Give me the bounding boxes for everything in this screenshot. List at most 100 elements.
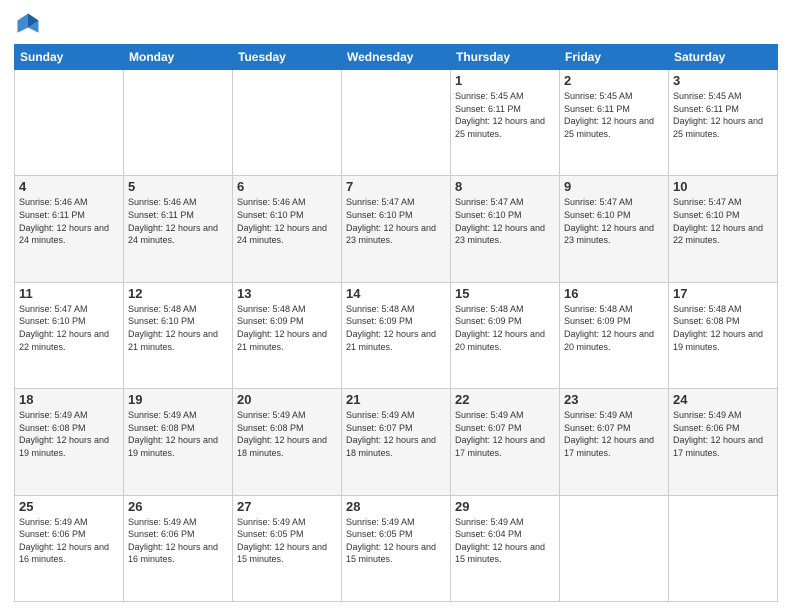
calendar-cell: 7Sunrise: 5:47 AM Sunset: 6:10 PM Daylig… — [342, 176, 451, 282]
day-number: 9 — [564, 179, 664, 194]
day-number: 11 — [19, 286, 119, 301]
day-number: 5 — [128, 179, 228, 194]
day-number: 12 — [128, 286, 228, 301]
day-info: Sunrise: 5:49 AM Sunset: 6:08 PM Dayligh… — [237, 409, 337, 459]
week-row-3: 11 Sunrise: 5:47 AM Sunset: 6:10 PM Dayli… — [15, 282, 778, 388]
weekday-header-row: SundayMondayTuesdayWednesdayThursdayFrid… — [15, 45, 778, 70]
calendar-cell: 14 Sunrise: 5:48 AM Sunset: 6:09 PM Dayli… — [342, 282, 451, 388]
calendar-table: SundayMondayTuesdayWednesdayThursdayFrid… — [14, 44, 778, 602]
day-number: 6 — [237, 179, 337, 194]
day-number: 1 — [455, 73, 555, 88]
day-number: 16 — [564, 286, 664, 301]
weekday-header-thursday: Thursday — [451, 45, 560, 70]
day-info: Sunrise: 5:47 AM Sunset: 6:10 PM Dayligh… — [19, 303, 119, 353]
calendar-cell: 25Sunrise: 5:49 AM Sunset: 6:06 PM Dayli… — [15, 495, 124, 601]
day-number: 8 — [455, 179, 555, 194]
day-info: Sunrise: 5:48 AM Sunset: 6:08 PM Dayligh… — [673, 303, 773, 353]
day-number: 15 — [455, 286, 555, 301]
calendar-cell: 10 Sunrise: 5:47 AM Sunset: 6:10 PM Dayli… — [669, 176, 778, 282]
day-number: 19 — [128, 392, 228, 407]
day-info: Sunrise: 5:48 AM Sunset: 6:09 PM Dayligh… — [564, 303, 664, 353]
calendar-cell: 11 Sunrise: 5:47 AM Sunset: 6:10 PM Dayli… — [15, 282, 124, 388]
day-info: Sunrise: 5:47 AM Sunset: 6:10 PM Dayligh… — [564, 196, 664, 246]
calendar-cell: 21Sunrise: 5:49 AM Sunset: 6:07 PM Dayli… — [342, 389, 451, 495]
calendar-cell: 28 Sunrise: 5:49 AM Sunset: 6:05 PM Dayli… — [342, 495, 451, 601]
calendar-cell: 29 Sunrise: 5:49 AM Sunset: 6:04 PM Dayli… — [451, 495, 560, 601]
calendar-cell: 2 Sunrise: 5:45 AM Sunset: 6:11 PM Daylig… — [560, 70, 669, 176]
calendar-cell: 15Sunrise: 5:48 AM Sunset: 6:09 PM Dayli… — [451, 282, 560, 388]
calendar-cell: 5 Sunrise: 5:46 AM Sunset: 6:11 PM Daylig… — [124, 176, 233, 282]
day-info: Sunrise: 5:49 AM Sunset: 6:06 PM Dayligh… — [19, 516, 119, 566]
day-number: 27 — [237, 499, 337, 514]
calendar-cell: 4Sunrise: 5:46 AM Sunset: 6:11 PM Daylig… — [15, 176, 124, 282]
weekday-header-tuesday: Tuesday — [233, 45, 342, 70]
calendar-cell — [342, 70, 451, 176]
calendar-cell: 18Sunrise: 5:49 AM Sunset: 6:08 PM Dayli… — [15, 389, 124, 495]
calendar-cell: 22 Sunrise: 5:49 AM Sunset: 6:07 PM Dayli… — [451, 389, 560, 495]
calendar-cell: 27 Sunrise: 5:49 AM Sunset: 6:05 PM Dayli… — [233, 495, 342, 601]
calendar-cell: 13 Sunrise: 5:48 AM Sunset: 6:09 PM Dayli… — [233, 282, 342, 388]
day-info: Sunrise: 5:49 AM Sunset: 6:05 PM Dayligh… — [237, 516, 337, 566]
calendar-cell: 16 Sunrise: 5:48 AM Sunset: 6:09 PM Dayli… — [560, 282, 669, 388]
day-info: Sunrise: 5:49 AM Sunset: 6:05 PM Dayligh… — [346, 516, 446, 566]
day-info: Sunrise: 5:46 AM Sunset: 6:11 PM Dayligh… — [128, 196, 228, 246]
weekday-header-saturday: Saturday — [669, 45, 778, 70]
week-row-4: 18Sunrise: 5:49 AM Sunset: 6:08 PM Dayli… — [15, 389, 778, 495]
day-info: Sunrise: 5:49 AM Sunset: 6:06 PM Dayligh… — [128, 516, 228, 566]
calendar-cell — [560, 495, 669, 601]
calendar-cell — [15, 70, 124, 176]
day-info: Sunrise: 5:45 AM Sunset: 6:11 PM Dayligh… — [564, 90, 664, 140]
week-row-1: 1 Sunrise: 5:45 AM Sunset: 6:11 PM Daylig… — [15, 70, 778, 176]
calendar-cell: 23 Sunrise: 5:49 AM Sunset: 6:07 PM Dayli… — [560, 389, 669, 495]
calendar-cell: 20 Sunrise: 5:49 AM Sunset: 6:08 PM Dayli… — [233, 389, 342, 495]
calendar-cell: 26 Sunrise: 5:49 AM Sunset: 6:06 PM Dayli… — [124, 495, 233, 601]
day-info: Sunrise: 5:47 AM Sunset: 6:10 PM Dayligh… — [673, 196, 773, 246]
day-info: Sunrise: 5:47 AM Sunset: 6:10 PM Dayligh… — [455, 196, 555, 246]
weekday-header-sunday: Sunday — [15, 45, 124, 70]
calendar-cell: 8 Sunrise: 5:47 AM Sunset: 6:10 PM Daylig… — [451, 176, 560, 282]
day-number: 3 — [673, 73, 773, 88]
day-number: 10 — [673, 179, 773, 194]
day-info: Sunrise: 5:45 AM Sunset: 6:11 PM Dayligh… — [673, 90, 773, 140]
day-number: 22 — [455, 392, 555, 407]
day-number: 26 — [128, 499, 228, 514]
day-number: 14 — [346, 286, 446, 301]
page: SundayMondayTuesdayWednesdayThursdayFrid… — [0, 0, 792, 612]
day-info: Sunrise: 5:49 AM Sunset: 6:07 PM Dayligh… — [564, 409, 664, 459]
weekday-header-friday: Friday — [560, 45, 669, 70]
header — [14, 10, 778, 38]
calendar-cell: 17 Sunrise: 5:48 AM Sunset: 6:08 PM Dayli… — [669, 282, 778, 388]
day-info: Sunrise: 5:48 AM Sunset: 6:09 PM Dayligh… — [237, 303, 337, 353]
day-info: Sunrise: 5:47 AM Sunset: 6:10 PM Dayligh… — [346, 196, 446, 246]
day-number: 24 — [673, 392, 773, 407]
day-info: Sunrise: 5:46 AM Sunset: 6:10 PM Dayligh… — [237, 196, 337, 246]
day-number: 17 — [673, 286, 773, 301]
calendar-cell: 12 Sunrise: 5:48 AM Sunset: 6:10 PM Dayli… — [124, 282, 233, 388]
calendar-cell: 3 Sunrise: 5:45 AM Sunset: 6:11 PM Daylig… — [669, 70, 778, 176]
day-info: Sunrise: 5:49 AM Sunset: 6:06 PM Dayligh… — [673, 409, 773, 459]
weekday-header-wednesday: Wednesday — [342, 45, 451, 70]
calendar-cell: 1Sunrise: 5:45 AM Sunset: 6:11 PM Daylig… — [451, 70, 560, 176]
day-number: 28 — [346, 499, 446, 514]
day-info: Sunrise: 5:48 AM Sunset: 6:09 PM Dayligh… — [346, 303, 446, 353]
day-number: 20 — [237, 392, 337, 407]
day-info: Sunrise: 5:48 AM Sunset: 6:10 PM Dayligh… — [128, 303, 228, 353]
day-number: 23 — [564, 392, 664, 407]
calendar-cell — [233, 70, 342, 176]
week-row-5: 25Sunrise: 5:49 AM Sunset: 6:06 PM Dayli… — [15, 495, 778, 601]
day-number: 4 — [19, 179, 119, 194]
calendar-cell — [124, 70, 233, 176]
day-number: 13 — [237, 286, 337, 301]
day-info: Sunrise: 5:49 AM Sunset: 6:04 PM Dayligh… — [455, 516, 555, 566]
calendar-cell: 9 Sunrise: 5:47 AM Sunset: 6:10 PM Daylig… — [560, 176, 669, 282]
day-info: Sunrise: 5:49 AM Sunset: 6:08 PM Dayligh… — [19, 409, 119, 459]
calendar-cell: 6 Sunrise: 5:46 AM Sunset: 6:10 PM Daylig… — [233, 176, 342, 282]
day-number: 29 — [455, 499, 555, 514]
calendar-cell — [669, 495, 778, 601]
logo-icon — [14, 10, 42, 38]
calendar-cell: 19Sunrise: 5:49 AM Sunset: 6:08 PM Dayli… — [124, 389, 233, 495]
calendar-cell: 24 Sunrise: 5:49 AM Sunset: 6:06 PM Dayli… — [669, 389, 778, 495]
day-info: Sunrise: 5:49 AM Sunset: 6:07 PM Dayligh… — [346, 409, 446, 459]
day-number: 2 — [564, 73, 664, 88]
day-info: Sunrise: 5:49 AM Sunset: 6:07 PM Dayligh… — [455, 409, 555, 459]
